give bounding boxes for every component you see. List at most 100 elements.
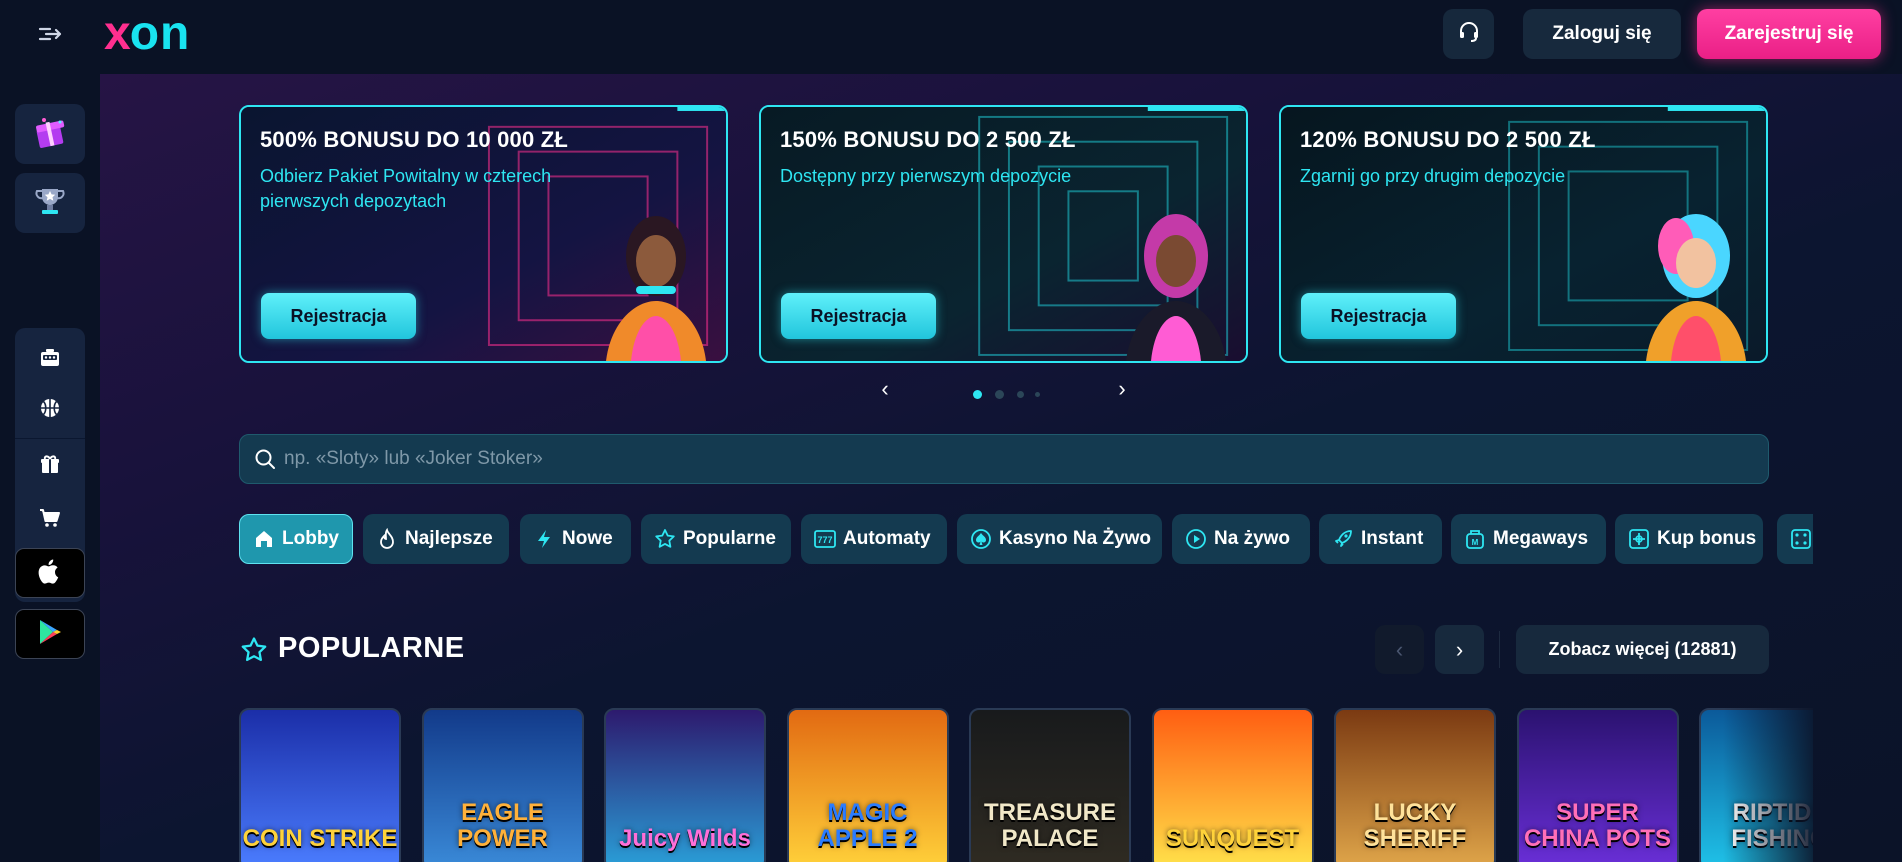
play-circle-icon [1184, 527, 1208, 551]
tab-label: Popularne [683, 528, 776, 549]
slot-777-icon: 777 [813, 527, 837, 551]
carousel-dot[interactable] [973, 389, 982, 399]
xon-logo[interactable]: x on [104, 7, 191, 60]
logo-on: on [129, 7, 191, 60]
banner-subtitle: Odbierz Pakiet Powitalny w czterech pier… [260, 166, 552, 211]
sidebar-item-sports[interactable] [15, 386, 85, 434]
section-title: POPULARNE [278, 632, 465, 664]
register-button[interactable]: Zarejestruj się [1697, 9, 1881, 59]
tab-label: Kup bonus [1657, 528, 1757, 549]
sidebar-item-casino[interactable] [15, 336, 85, 384]
carousel-dot[interactable] [1035, 391, 1040, 397]
buy-bonus-icon [1627, 527, 1651, 551]
game-tile[interactable]: RIPTIDE FISHING [1699, 708, 1813, 862]
tab-lobby[interactable]: Lobby [239, 514, 353, 564]
casino-icon [38, 346, 62, 375]
search-bar[interactable] [239, 434, 1769, 484]
sidebar [0, 74, 100, 862]
tab-popularne[interactable]: Popularne [641, 514, 791, 564]
sidebar-divider [15, 438, 85, 439]
game-tile[interactable]: EAGLE POWER [421, 708, 584, 862]
promo-banner-1[interactable]: 500% BONUSU DO 10 000 ZŁ Odbierz Pakiet … [239, 105, 728, 363]
tab-label: Najlepsze [405, 528, 493, 549]
flame-icon [375, 527, 399, 551]
game-title: LUCKY SHERIFF [1363, 799, 1467, 852]
carousel-dot[interactable] [1017, 390, 1024, 398]
search-icon [254, 448, 276, 470]
search-input[interactable] [284, 435, 1754, 483]
top-bar: x on Zaloguj się Zarejestruj się [0, 0, 1902, 74]
see-more-button[interactable]: Zobacz więcej (12881) [1516, 625, 1769, 674]
tab-kup-bonus[interactable]: Kup bonus [1615, 514, 1763, 564]
dice-icon [1789, 527, 1813, 551]
cart-icon [38, 506, 62, 535]
game-tile[interactable]: COIN STRIKE [239, 708, 401, 862]
login-button[interactable]: Zaloguj się [1523, 9, 1681, 59]
chevron-left-icon[interactable]: ‹ [872, 376, 898, 402]
promo-gift-box[interactable] [15, 104, 85, 164]
popular-prev-button[interactable]: ‹ [1375, 625, 1424, 674]
popular-next-button[interactable]: › [1435, 625, 1484, 674]
carousel-dot[interactable] [995, 389, 1004, 399]
game-tile[interactable]: SUNQUEST [1151, 708, 1314, 862]
gift-box-icon [30, 112, 70, 157]
promo-trophy[interactable] [15, 173, 85, 233]
star-icon [240, 636, 268, 664]
tab-label: Lobby [282, 528, 339, 549]
game-tile[interactable]: Juicy Wilds [604, 708, 766, 862]
banner-title: 150% BONUSU DO 2 500 ZŁ [780, 127, 1076, 152]
sidebar-item-bonuses[interactable] [15, 442, 85, 490]
game-title: MAGIC APPLE 2 [817, 799, 918, 852]
svg-text:M: M [1472, 538, 1479, 547]
gift-icon [38, 452, 62, 481]
game-tile[interactable]: SUPER CHINA POTS [1516, 708, 1679, 862]
sidebar-expand-icon[interactable] [34, 20, 66, 48]
tab-nowe[interactable]: Nowe [520, 514, 631, 564]
banner-register-button[interactable]: Rejestracja [781, 293, 936, 339]
logo-x: x [104, 7, 131, 60]
game-title: RIPTIDE FISHING [1731, 799, 1813, 852]
tab-label: Kasyno Na Żywo [999, 528, 1152, 549]
tab-najlepsze[interactable]: Najlepsze [363, 514, 509, 564]
app-store-button[interactable] [15, 548, 85, 598]
banner-character-image [1646, 214, 1746, 361]
apple-icon [36, 556, 64, 591]
game-tile[interactable]: MAGIC APPLE 2 [786, 708, 949, 862]
chevron-left-icon: ‹ [1395, 636, 1404, 662]
rocket-icon [1331, 527, 1355, 551]
sports-ball-icon [38, 396, 62, 425]
chevron-right-icon: › [1455, 636, 1464, 662]
spade-chip-icon [969, 527, 993, 551]
google-play-button[interactable] [15, 609, 85, 659]
tab-kasyno-na-zywo[interactable]: Kasyno Na Żywo [957, 514, 1162, 564]
sidebar-item-shop[interactable] [15, 496, 85, 544]
pager-divider [1499, 631, 1500, 668]
banner-subtitle: Dostępny przy pierwszym depozycie [780, 166, 1072, 186]
tab-na-zywo[interactable]: Na żywo [1172, 514, 1310, 564]
support-button[interactable] [1443, 9, 1494, 59]
tab-label: Automaty [843, 528, 931, 549]
game-tile[interactable]: LUCKY SHERIFF [1334, 708, 1496, 862]
game-title: Juicy Wilds [619, 825, 751, 852]
banner-register-button[interactable]: Rejestracja [261, 293, 416, 339]
tab-automaty[interactable]: 777 Automaty [801, 514, 947, 564]
banner-character-image [1126, 214, 1226, 361]
promo-banner-2[interactable]: 150% BONUSU DO 2 500 ZŁ Dostępny przy pi… [759, 105, 1248, 363]
game-tile[interactable]: TREASURE PALACE [969, 708, 1131, 862]
home-icon [252, 527, 276, 551]
game-title: SUPER CHINA POTS [1523, 799, 1672, 852]
banner-subtitle: Zgarnij go przy drugim depozycie [1300, 166, 1566, 186]
tab-megaways[interactable]: M Megaways [1451, 514, 1606, 564]
game-title: COIN STRIKE [242, 825, 398, 852]
promo-banner-3[interactable]: 120% BONUSU DO 2 500 ZŁ Zgarnij go przy … [1279, 105, 1768, 363]
google-play-icon [36, 617, 64, 652]
banner-character-image [606, 216, 706, 361]
tab-instant[interactable]: Instant [1319, 514, 1442, 564]
banner-register-button[interactable]: Rejestracja [1301, 293, 1456, 339]
tab-label: Instant [1361, 528, 1424, 549]
category-tabs: Lobby Najlepsze Nowe Popularne 777 Autom… [239, 514, 1813, 564]
tab-label: Megaways [1493, 528, 1589, 549]
tab-more[interactable] [1777, 514, 1813, 564]
chevron-right-icon[interactable]: › [1109, 376, 1135, 402]
banner-title: 500% BONUSU DO 10 000 ZŁ [260, 127, 569, 152]
